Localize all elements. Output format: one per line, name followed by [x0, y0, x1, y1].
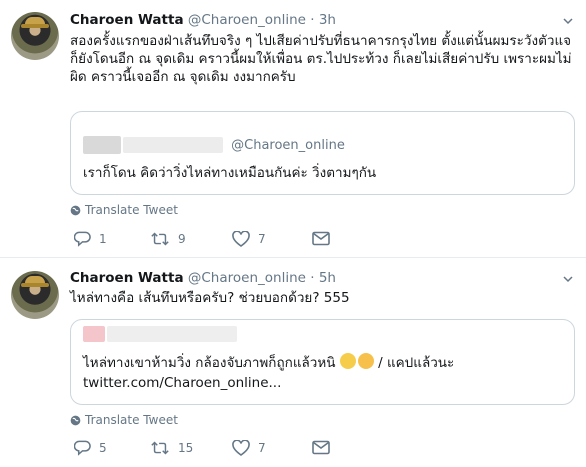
- timestamp[interactable]: 3h: [319, 12, 336, 28]
- retweet-icon: [151, 232, 169, 246]
- user-handle[interactable]: @Charoen_online: [188, 12, 306, 28]
- avatar[interactable]: [11, 271, 59, 319]
- like-count: 7: [258, 232, 266, 246]
- tweet-header: Charoen Watta @Charoen_online · 5h: [70, 270, 336, 286]
- retweet-button[interactable]: 9: [150, 231, 186, 247]
- heart-icon: [232, 231, 250, 247]
- quoted-tweet[interactable]: ไหล่ทางเขาห้ามวิ่ง กล้องจับภาพก็ถูกแล้วห…: [70, 319, 575, 405]
- retweet-count: 9: [178, 232, 186, 246]
- separator-dot: ·: [310, 12, 315, 28]
- quoted-tweet-text: ไหล่ทางเขาห้ามวิ่ง กล้องจับภาพก็ถูกแล้วห…: [83, 353, 563, 393]
- reply-button[interactable]: 1: [74, 231, 107, 247]
- reply-icon: [74, 440, 91, 456]
- tweet-text: สองครั้งแรกของฝ่าเส้นทึบจริง ๆ ไปเสียค่า…: [70, 33, 572, 85]
- translate-tweet-link[interactable]: Translate Tweet: [70, 203, 178, 217]
- separator-dot: ·: [310, 270, 315, 286]
- avatar[interactable]: [11, 12, 59, 60]
- message-icon: [312, 440, 330, 455]
- like-button[interactable]: 7: [232, 231, 266, 247]
- direct-message-button[interactable]: [312, 231, 338, 246]
- emoji-icon: [339, 353, 356, 369]
- chevron-down-icon[interactable]: [562, 273, 574, 285]
- quoted-tweet[interactable]: @Charoen_online เราก็โดน คิดว่าวิ่งไหล่ท…: [70, 111, 575, 195]
- timestamp[interactable]: 5h: [319, 270, 336, 286]
- retweet-icon: [151, 441, 169, 455]
- tweet[interactable]: Charoen Watta @Charoen_online · 3h สองคร…: [0, 0, 586, 258]
- reply-icon: [74, 231, 91, 247]
- quoted-link[interactable]: twitter.com/Charoen_online...: [83, 375, 281, 391]
- chevron-down-icon[interactable]: [562, 15, 574, 27]
- display-name[interactable]: Charoen Watta: [70, 270, 184, 286]
- blurred-name: [123, 137, 223, 153]
- translate-label: Translate Tweet: [85, 203, 178, 217]
- tweet-text: ไหล่ทางคือ เส้นทึบหรือครับ? ช่วยบอกด้วย?…: [70, 290, 350, 306]
- translate-label: Translate Tweet: [85, 413, 178, 427]
- quoted-text-line1: ไหล่ทางเขาห้ามวิ่ง กล้องจับภาพก็ถูกแล้วห…: [83, 355, 336, 371]
- like-button[interactable]: 7: [232, 440, 266, 456]
- quoted-tweet-header: @Charoen_online: [83, 136, 345, 154]
- like-count: 7: [258, 441, 266, 455]
- globe-icon: [70, 205, 81, 216]
- message-icon: [312, 231, 330, 246]
- blurred-name: [107, 326, 237, 342]
- retweet-button[interactable]: 15: [150, 440, 193, 456]
- quoted-handle: @Charoen_online: [231, 137, 345, 153]
- tweet-actions: 5 15 7: [70, 440, 370, 460]
- direct-message-button[interactable]: [312, 440, 338, 455]
- reply-count: 1: [99, 232, 107, 246]
- blurred-avatar: [83, 326, 105, 342]
- reply-button[interactable]: 5: [74, 440, 107, 456]
- user-handle[interactable]: @Charoen_online: [188, 270, 306, 286]
- retweet-count: 15: [178, 441, 194, 455]
- quoted-text-line1-tail: / แคปแล้วนะ: [378, 355, 455, 371]
- heart-icon: [232, 440, 250, 456]
- display-name[interactable]: Charoen Watta: [70, 12, 184, 28]
- blurred-avatar: [83, 136, 121, 154]
- quoted-tweet-header: [83, 326, 237, 342]
- tweet-header: Charoen Watta @Charoen_online · 3h: [70, 12, 336, 28]
- translate-tweet-link[interactable]: Translate Tweet: [70, 413, 178, 427]
- quoted-tweet-text: เราก็โดน คิดว่าวิ่งไหล่ทางเหมือนกันค่ะ ว…: [83, 165, 377, 181]
- emoji-icon: [357, 353, 374, 369]
- reply-count: 5: [99, 441, 107, 455]
- globe-icon: [70, 415, 81, 426]
- tweet[interactable]: Charoen Watta @Charoen_online · 5h ไหล่ท…: [0, 259, 586, 467]
- tweet-actions: 1 9 7: [70, 231, 370, 251]
